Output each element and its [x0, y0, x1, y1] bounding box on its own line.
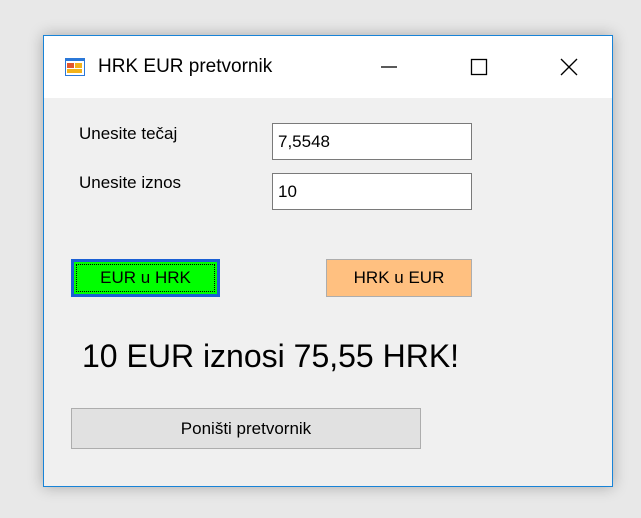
- minimize-icon: [381, 66, 397, 68]
- amount-label: Unesite iznos: [79, 173, 182, 192]
- close-icon: [560, 58, 578, 76]
- app-form-icon: [65, 58, 85, 76]
- maximize-button[interactable]: [434, 36, 524, 98]
- amount-input[interactable]: [272, 173, 472, 210]
- result-text: 10 EUR iznosi 75,55 HRK!: [82, 338, 460, 374]
- rate-input[interactable]: [272, 123, 472, 160]
- minimize-button[interactable]: [344, 36, 434, 98]
- title-bar[interactable]: HRK EUR pretvornik: [44, 36, 612, 98]
- app-window: HRK EUR pretvornik Unesite tečaj Unesite…: [43, 35, 613, 487]
- window-title: HRK EUR pretvornik: [98, 56, 273, 77]
- rate-label: Unesite tečaj: [79, 124, 178, 143]
- hrk-to-eur-button[interactable]: HRK u EUR: [326, 259, 472, 297]
- close-button[interactable]: [524, 36, 614, 98]
- maximize-icon: [470, 58, 488, 76]
- reset-converter-button[interactable]: Poništi pretvornik: [71, 408, 421, 449]
- eur-to-hrk-button[interactable]: EUR u HRK: [71, 259, 220, 297]
